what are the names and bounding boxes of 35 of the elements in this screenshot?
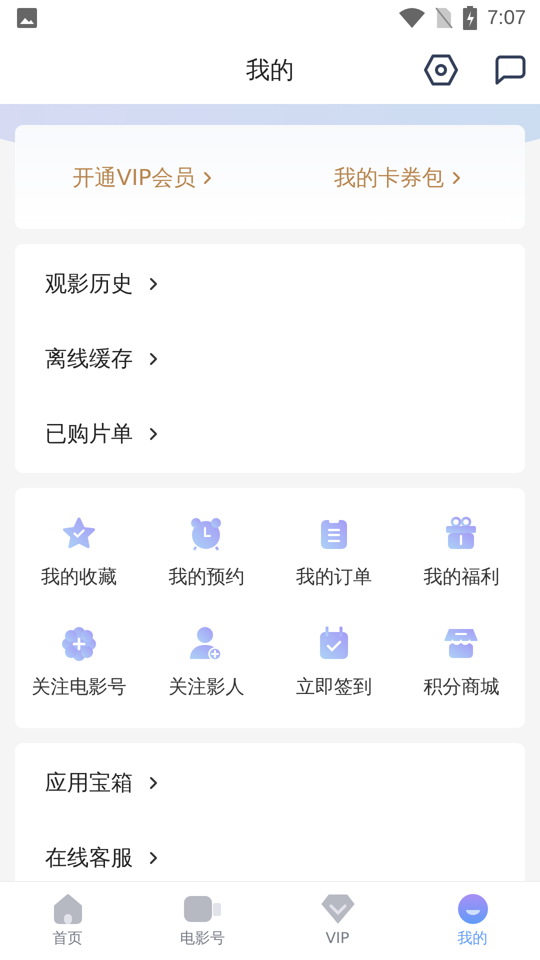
chevron-icon bbox=[149, 850, 158, 864]
shortcut-item[interactable]: 立即签到 bbox=[270, 614, 398, 710]
shortcut-item[interactable]: 关注电影号 bbox=[15, 614, 142, 710]
profile-circle-icon bbox=[458, 894, 488, 924]
menu-item[interactable]: 离线缓存 bbox=[15, 321, 525, 396]
shortcut-item[interactable]: 我的订单 bbox=[270, 504, 398, 600]
no-sim-icon bbox=[435, 7, 454, 29]
menu-item[interactable]: 观影历史 bbox=[15, 246, 525, 321]
menu-item[interactable]: 已购片单 bbox=[15, 396, 525, 471]
chevron-icon bbox=[203, 171, 212, 185]
battery-charging-icon bbox=[463, 6, 478, 30]
chevron-icon bbox=[149, 426, 158, 440]
shortcut-item[interactable]: 我的福利 bbox=[398, 504, 525, 600]
shortcut-item[interactable]: 我的预约 bbox=[142, 504, 270, 600]
wifi-icon bbox=[399, 8, 426, 28]
shortcut-item[interactable]: 我的收藏 bbox=[15, 504, 142, 600]
page-title: 我的 bbox=[246, 55, 294, 86]
chevron-icon bbox=[149, 352, 158, 366]
clock-time: 7:07 bbox=[487, 6, 526, 30]
tab-item[interactable]: 电影号 bbox=[135, 882, 270, 960]
message-icon[interactable] bbox=[494, 55, 526, 85]
shortcut-item[interactable]: 积分商城 bbox=[398, 614, 525, 710]
chevron-icon bbox=[149, 276, 158, 290]
tab-item[interactable]: VIP bbox=[270, 882, 405, 960]
settings-icon[interactable] bbox=[424, 54, 458, 86]
chevron-icon bbox=[452, 171, 461, 185]
chevron-icon bbox=[149, 776, 158, 790]
menu-item[interactable]: 在线客服 bbox=[15, 820, 525, 881]
home-icon bbox=[52, 894, 84, 924]
shortcut-item[interactable]: 关注影人 bbox=[142, 614, 270, 710]
diamond-icon bbox=[320, 894, 354, 924]
menu-item[interactable]: 应用宝箱 bbox=[15, 745, 525, 820]
image-icon bbox=[16, 7, 38, 29]
tab-item[interactable]: 首页 bbox=[0, 882, 135, 960]
video-camera-icon bbox=[184, 895, 222, 923]
